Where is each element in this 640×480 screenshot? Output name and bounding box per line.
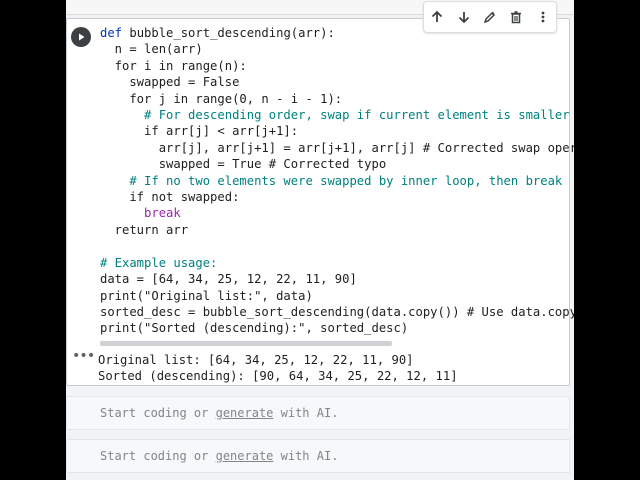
- arrow-up-icon: [432, 10, 443, 22]
- code-line: # For descending order, swap if current …: [100, 108, 574, 123]
- play-icon: [79, 33, 85, 41]
- generate-link[interactable]: generate: [216, 406, 274, 420]
- edit-icon: [483, 11, 496, 24]
- code-line: swapped = True # Corrected typo: [100, 157, 387, 172]
- code-line: print("Sorted (descending):", sorted_des…: [100, 321, 409, 336]
- code-editor[interactable]: def bubble_sort_descending(arr): n = len…: [100, 25, 574, 337]
- code-line: return arr: [100, 222, 189, 237]
- trash-icon: [511, 11, 522, 24]
- code-cell[interactable]: def bubble_sort_descending(arr): n = len…: [66, 1, 574, 386]
- code-line: if not swapped:: [100, 190, 240, 205]
- code-line: break: [100, 206, 181, 221]
- empty-code-cell[interactable]: Start coding or generate with AI.: [66, 439, 570, 473]
- code-line: if arr[j] < arr[j+1]:: [100, 124, 299, 139]
- code-line: swapped = False: [100, 75, 240, 90]
- cell-placeholder: Start coding or generate with AI.: [100, 449, 339, 463]
- code-line: for j in range(0, n - i - 1):: [100, 91, 343, 106]
- cell-output: Original list: [64, 34, 25, 12, 22, 11, …: [98, 352, 458, 385]
- notebook-area: def bubble_sort_descending(arr): n = len…: [66, 0, 574, 480]
- code-line: def bubble_sort_descending(arr):: [100, 26, 335, 40]
- output-line: Original list: [64, 34, 25, 12, 22, 11, …: [98, 353, 414, 367]
- code-line: n = len(arr): [100, 42, 203, 57]
- arrow-down-icon: [458, 12, 469, 24]
- output-line: Sorted (descending): [90, 64, 34, 25, 22…: [98, 369, 458, 384]
- code-line: data = [64, 34, 25, 12, 22, 11, 90]: [100, 272, 357, 287]
- code-line: print("Original list:", data): [100, 288, 313, 303]
- code-line: for i in range(n):: [100, 58, 247, 73]
- horizontal-scrollbar[interactable]: [100, 341, 392, 346]
- code-line: # If no two elements were swapped by inn…: [100, 173, 563, 188]
- code-line: sorted_desc = bubble_sort_descending(dat…: [100, 304, 574, 319]
- code-line: arr[j], arr[j+1] = arr[j+1], arr[j] # Co…: [100, 140, 574, 155]
- generate-link[interactable]: generate: [216, 449, 274, 463]
- output-menu-icon[interactable]: •••: [72, 349, 95, 363]
- more-vert-icon: [541, 11, 545, 23]
- run-cell-button[interactable]: [71, 27, 91, 47]
- empty-code-cell[interactable]: Start coding or generate with AI.: [66, 396, 570, 430]
- cell-placeholder: Start coding or generate with AI.: [100, 406, 339, 420]
- code-line: # Example usage:: [100, 255, 218, 270]
